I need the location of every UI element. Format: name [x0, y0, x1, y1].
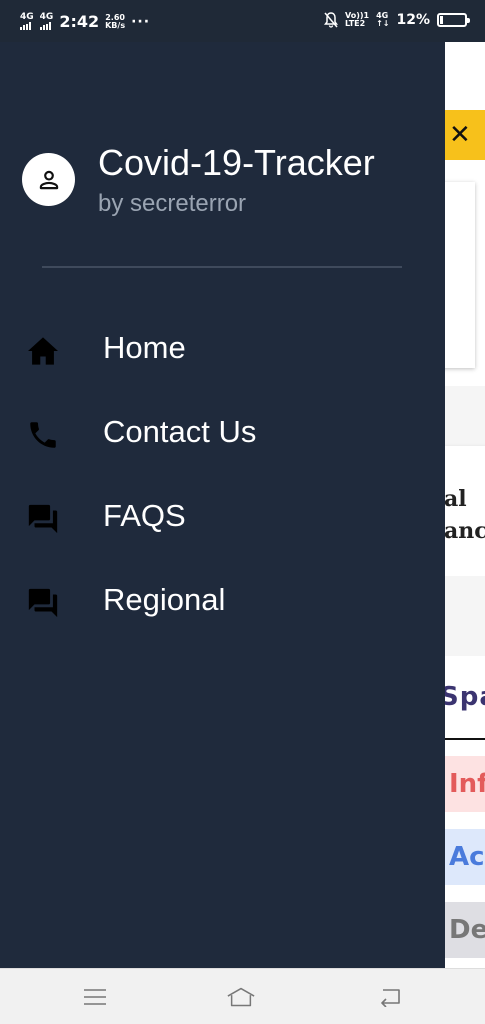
- phone-icon: [24, 416, 62, 454]
- recent-apps-button[interactable]: [80, 983, 110, 1011]
- info-card-text-2: anc: [444, 518, 485, 544]
- home-button[interactable]: [226, 983, 256, 1011]
- battery-percent: 12%: [396, 12, 430, 28]
- sim2-signal-icon: 4G: [39, 12, 54, 30]
- back-icon: [381, 989, 400, 1007]
- net-arrows: ↑↓: [376, 19, 390, 28]
- menu-item-label: FAQS: [103, 498, 186, 533]
- menu-item-label: Home: [103, 330, 186, 365]
- home-outline-icon: [227, 987, 255, 1007]
- notifications-off-icon: [323, 12, 338, 28]
- volte-indicator: Vo))1 LTE2: [345, 12, 369, 28]
- navigation-drawer: Covid-19-Tracker by secreterror Home Con…: [0, 42, 445, 968]
- volte-bottom: LTE2: [344, 19, 366, 28]
- tab-label[interactable]: Spa: [440, 682, 485, 712]
- person-icon: [39, 170, 58, 189]
- data-indicator: 4G ↑↓: [376, 12, 389, 28]
- sim1-signal-icon: 4G: [20, 13, 34, 30]
- home-icon: [24, 332, 62, 370]
- more-notifications-icon: ···: [131, 13, 151, 30]
- status-bar: 4G 4G 2:42 2.60 KB/s ··· Vo))1 LTE2 4G ↑…: [0, 0, 485, 42]
- forum-icon: [24, 500, 62, 538]
- sim1-label: 4G: [20, 12, 34, 22]
- active-stat: Ac: [443, 829, 485, 885]
- battery-fill: [440, 16, 443, 24]
- avatar: [22, 153, 75, 206]
- menu-item-home[interactable]: Home: [0, 316, 445, 386]
- forum-icon: [24, 584, 62, 622]
- menu-item-contact-us[interactable]: Contact Us: [0, 400, 445, 470]
- app-subtitle: by secreterror: [98, 190, 247, 217]
- menu-icon: [84, 989, 106, 1005]
- menu-item-label: Regional: [103, 582, 226, 617]
- app-title: Covid-19-Tracker: [98, 142, 375, 183]
- back-button[interactable]: [375, 983, 405, 1011]
- close-icon: ✕: [449, 120, 471, 150]
- clock: 2:42: [59, 12, 100, 31]
- sim2-label: 4G: [39, 12, 54, 22]
- infected-stat: Inf: [443, 756, 485, 812]
- speed-unit: KB/s: [105, 20, 126, 30]
- info-card-text-1: al: [444, 486, 467, 512]
- menu-item-regional[interactable]: Regional: [0, 568, 445, 638]
- menu-item-label: Contact Us: [103, 414, 257, 449]
- system-nav-bar: [0, 968, 485, 1024]
- menu-item-faqs[interactable]: FAQS: [0, 484, 445, 554]
- deceased-stat: De: [443, 902, 485, 958]
- drawer-divider: [42, 266, 402, 268]
- battery-icon: [437, 13, 470, 27]
- network-speed: 2.60 KB/s: [105, 13, 126, 30]
